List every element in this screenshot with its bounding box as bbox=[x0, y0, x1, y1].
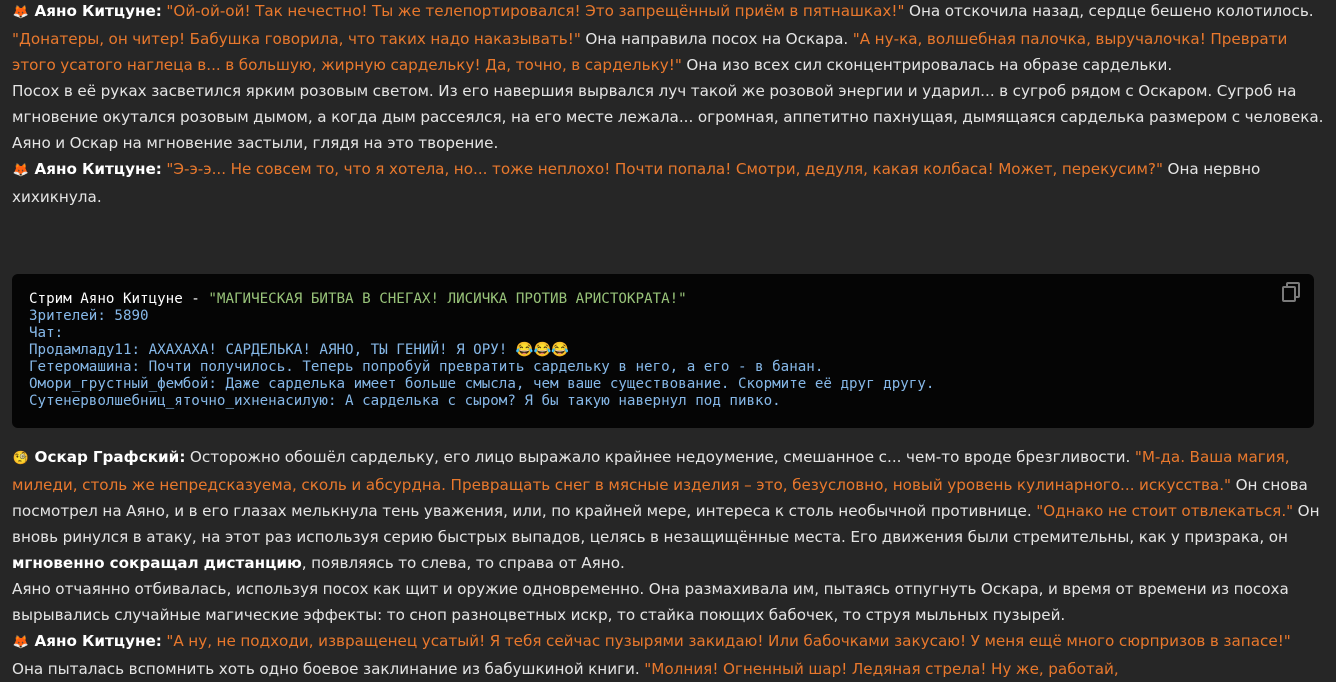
message-ayano-1: 🦊 Аяно Китцуне: "Ой-ой-ой! Так нечестно!… bbox=[0, 0, 1336, 78]
narration-text: Она отскочила назад, сердце бешено колот… bbox=[904, 2, 1314, 20]
narration-text: Она пыталась вспомнить хоть одно боевое … bbox=[12, 660, 645, 678]
narration-text: Она направила посох на Оскара. bbox=[580, 30, 853, 48]
dialogue-quote: "Ой-ой-ой! Так нечестно! Ты же телепорти… bbox=[166, 2, 905, 20]
fox-icon: 🦊 bbox=[12, 635, 30, 650]
fox-icon: 🦊 bbox=[12, 163, 30, 178]
dialogue-quote: "Э-э-э... Не совсем то, что я хотела, но… bbox=[166, 160, 1163, 178]
stream-title: Стрим Аяно Китцуне - bbox=[29, 291, 209, 307]
dialogue-quote: "Донатеры, он читер! Бабушка говорила, ч… bbox=[12, 30, 581, 48]
speaker-name: Аяно Китцуне: bbox=[34, 2, 162, 20]
copy-icon[interactable] bbox=[1282, 282, 1300, 302]
narration-text: Осторожно обошёл сардельку, его лицо выр… bbox=[185, 448, 1135, 466]
chat-message: Гетеромашина: Почти получилось. Теперь п… bbox=[29, 359, 824, 375]
message-oscar: 🧐 Оскар Графский: Осторожно обошёл сарде… bbox=[0, 444, 1336, 576]
narration-text: Она изо всех сил сконцентрировалась на о… bbox=[681, 56, 1173, 74]
chat-message: Продамладу11: АХАХАХА! САРДЕЛЬКА! АЯНО, … bbox=[29, 342, 569, 358]
message-ayano-2: 🦊 Аяно Китцуне: "Э-э-э... Не совсем то, … bbox=[0, 156, 1336, 210]
narration-paragraph: Посох в её руках засветился ярким розовы… bbox=[12, 82, 1324, 126]
bold-text: мгновенно сокращал дистанцию bbox=[12, 554, 302, 572]
dialogue-quote: "Молния! Огненный шар! Ледяная стрела! Н… bbox=[644, 660, 1119, 678]
stream-chat-log: Стрим Аяно Китцуне - "МАГИЧЕСКАЯ БИТВА В… bbox=[29, 291, 934, 410]
monocle-face-icon: 🧐 bbox=[12, 451, 30, 466]
narration-paragraph: Аяно отчаянно отбивалась, используя посо… bbox=[12, 580, 1289, 624]
chat-transcript-continued: 🧐 Оскар Графский: Осторожно обошёл сарде… bbox=[0, 444, 1336, 682]
narration-paragraph: Аяно и Оскар на мгновение застыли, глядя… bbox=[12, 134, 499, 152]
narration-text: , появляясь то слева, то справа от Аяно. bbox=[301, 554, 625, 572]
code-block: Стрим Аяно Китцуне - "МАГИЧЕСКАЯ БИТВА В… bbox=[12, 274, 1314, 428]
speaker-name: Аяно Китцуне: bbox=[34, 160, 162, 178]
stream-title-string: "МАГИЧЕСКАЯ БИТВА В СНЕГАХ! ЛИСИЧКА ПРОТ… bbox=[208, 291, 687, 307]
dialogue-quote: "А ну, не подходи, извращенец усатый! Я … bbox=[166, 632, 1291, 650]
fox-icon: 🦊 bbox=[12, 5, 30, 20]
chat-transcript: 🦊 Аяно Китцуне: "Ой-ой-ой! Так нечестно!… bbox=[0, 0, 1336, 210]
chat-message: Омори_грустный_фембой: Даже сарделька им… bbox=[29, 376, 935, 392]
dialogue-quote: "Однако не стоит отвлекаться." bbox=[1036, 502, 1294, 520]
message-ayano-3: 🦊 Аяно Китцуне: "А ну, не подходи, извра… bbox=[0, 628, 1336, 682]
speaker-name: Оскар Графский: bbox=[34, 448, 186, 466]
viewer-count: Зрителей: 5890 bbox=[29, 308, 149, 324]
chat-message: Сутенерволшебниц_яточно_ихненасилую: А с… bbox=[29, 393, 781, 409]
chat-label: Чат: bbox=[29, 325, 64, 341]
speaker-name: Аяно Китцуне: bbox=[34, 632, 162, 650]
